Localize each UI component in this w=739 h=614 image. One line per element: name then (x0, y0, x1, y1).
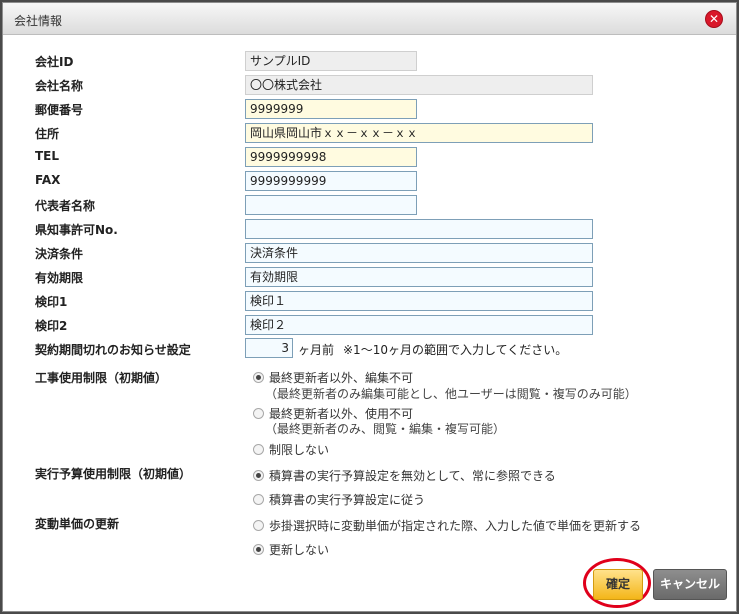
company-info-dialog: 会社情報 ✕ 会社ID サンプルID 会社名称 〇〇株式会社 郵便番号 9999… (2, 2, 737, 612)
construction-limit-radio-1[interactable] (253, 372, 264, 383)
seal2-input[interactable]: 検印２ (245, 315, 593, 335)
notice-unit: ヶ月前 (298, 343, 335, 357)
seal1-label: 検印1 (35, 295, 68, 309)
fax-label: FAX (35, 173, 61, 187)
construction-limit-option-1-note: （最終更新者のみ編集可能とし、他ユーザーは閲覧・複写のみ可能） (265, 387, 637, 401)
budget-limit-option-2[interactable]: 積算書の実行予算設定に従う (269, 491, 425, 508)
validity-label: 有効期限 (35, 271, 84, 285)
representative-input[interactable] (245, 195, 417, 215)
dialog-titlebar[interactable]: 会社情報 ✕ (3, 3, 736, 35)
representative-label: 代表者名称 (35, 199, 96, 213)
notice-months-input[interactable]: 3 (245, 338, 293, 358)
license-no-label: 県知事許可No. (35, 223, 118, 237)
notice-label: 契約期間切れのお知らせ設定 (35, 343, 191, 357)
dialog-title: 会社情報 (14, 14, 63, 28)
budget-limit-option-1[interactable]: 積算書の実行予算設定を無効として、常に参照できる (269, 467, 556, 484)
unit-price-radio-1[interactable] (253, 520, 264, 531)
tel-label: TEL (35, 149, 60, 163)
cancel-button[interactable]: キャンセル (653, 569, 727, 600)
company-name-label: 会社名称 (35, 79, 84, 93)
unit-price-option-1[interactable]: 歩掛選択時に変動単価が指定された際、入力した値で単価を更新する (269, 517, 641, 534)
postal-code-input[interactable]: 9999999 (245, 99, 417, 119)
unit-price-option-2[interactable]: 更新しない (269, 541, 329, 558)
unit-price-label: 変動単価の更新 (35, 517, 120, 531)
tel-input[interactable]: 9999999998 (245, 147, 417, 167)
construction-limit-radio-3[interactable] (253, 444, 264, 455)
construction-limit-radio-2[interactable] (253, 408, 264, 419)
license-no-input[interactable] (245, 219, 593, 239)
address-label: 住所 (35, 127, 60, 141)
construction-limit-option-3[interactable]: 制限しない (269, 441, 329, 458)
budget-limit-radio-1[interactable] (253, 470, 264, 481)
seal2-label: 検印2 (35, 319, 68, 333)
budget-limit-label: 実行予算使用制限（初期値） (35, 467, 192, 481)
seal1-input[interactable]: 検印１ (245, 291, 593, 311)
budget-limit-radio-2[interactable] (253, 494, 264, 505)
company-id-label: 会社ID (35, 55, 74, 69)
company-name-field: 〇〇株式会社 (245, 75, 593, 95)
postal-code-label: 郵便番号 (35, 103, 84, 117)
unit-price-radio-2[interactable] (253, 544, 264, 555)
address-input[interactable]: 岡山県岡山市ｘｘ－ｘｘ－ｘｘ (245, 123, 593, 143)
construction-limit-option-1[interactable]: 最終更新者以外、編集不可 (269, 369, 413, 386)
fax-input[interactable]: 9999999999 (245, 171, 417, 191)
payment-terms-input[interactable]: 決済条件 (245, 243, 593, 263)
company-id-field: サンプルID (245, 51, 417, 71)
close-icon[interactable]: ✕ (705, 10, 723, 28)
payment-terms-label: 決済条件 (35, 247, 84, 261)
notice-hint: ※1～10ヶ月の範囲で入力してください。 (343, 343, 568, 357)
confirm-button[interactable]: 確定 (593, 569, 643, 600)
validity-input[interactable]: 有効期限 (245, 267, 593, 287)
construction-limit-option-2-note: （最終更新者のみ、閲覧・編集・複写可能） (265, 422, 506, 436)
construction-limit-label: 工事使用制限（初期値） (35, 371, 168, 385)
